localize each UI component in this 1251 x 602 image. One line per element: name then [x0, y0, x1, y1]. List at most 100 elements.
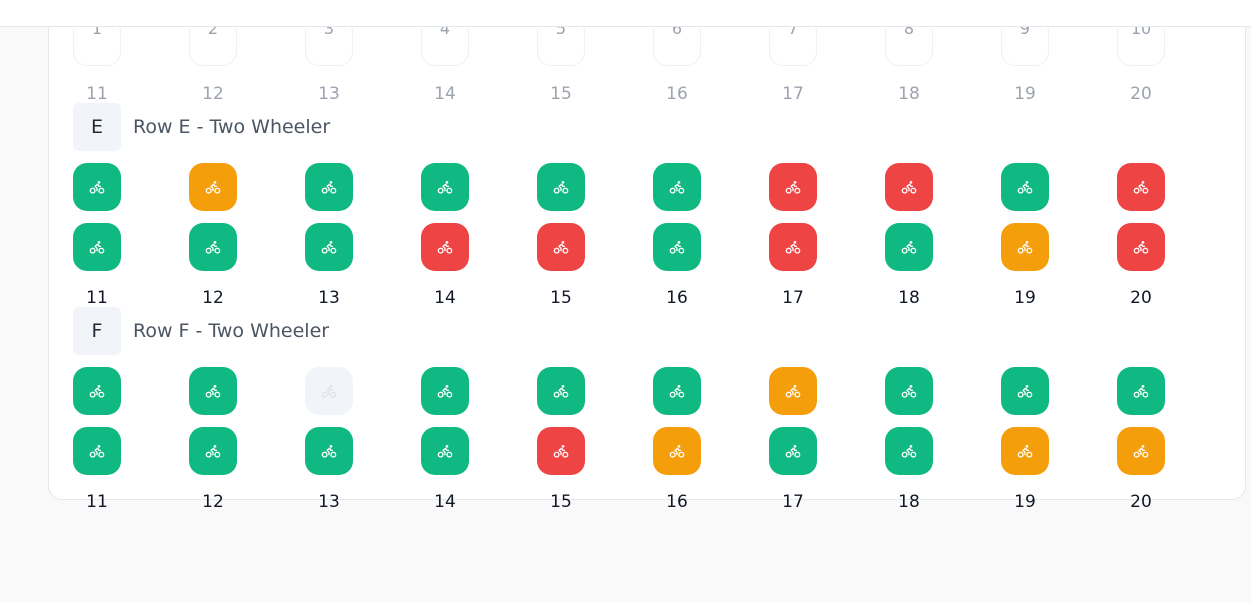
parking-slot-available[interactable]	[653, 367, 701, 415]
slot-number-label: 12	[202, 492, 224, 512]
parking-grid: 1 2 3 4 5 6 7 8 9 10 11 12 13 14 15 16 1…	[0, 0, 1251, 602]
parking-slot-available[interactable]	[73, 163, 121, 211]
slot-number-label: 11	[86, 492, 108, 512]
bike-icon	[901, 383, 917, 399]
parking-slot-available[interactable]	[189, 223, 237, 271]
bike-icon	[1017, 239, 1033, 255]
parking-slot-occupied[interactable]	[537, 427, 585, 475]
slot-number-label: 12	[202, 84, 224, 104]
parking-slot-reserved[interactable]	[769, 367, 817, 415]
bike-icon	[89, 383, 105, 399]
bike-icon	[89, 239, 105, 255]
slot-number-label: 19	[1014, 492, 1036, 512]
bike-icon	[437, 383, 453, 399]
bike-icon	[205, 383, 221, 399]
bike-icon	[321, 383, 337, 399]
bike-icon	[1133, 179, 1149, 195]
parking-slot-available[interactable]	[73, 223, 121, 271]
bike-icon	[321, 443, 337, 459]
parking-slot-available[interactable]	[305, 427, 353, 475]
bike-icon	[1133, 443, 1149, 459]
bike-icon	[1133, 239, 1149, 255]
parking-slot-available[interactable]	[305, 223, 353, 271]
slot-number-label: 17	[782, 492, 804, 512]
parking-slot-occupied[interactable]	[769, 223, 817, 271]
parking-slot-available[interactable]	[189, 427, 237, 475]
bike-icon	[321, 179, 337, 195]
parking-slot-available[interactable]	[537, 367, 585, 415]
bike-icon	[669, 443, 685, 459]
slot-number-label: 18	[898, 84, 920, 104]
parking-slot-reserved[interactable]	[189, 163, 237, 211]
parking-slot-available[interactable]	[421, 367, 469, 415]
parking-slot-available[interactable]	[1001, 163, 1049, 211]
bike-icon	[669, 383, 685, 399]
slot-number-label: 14	[434, 288, 456, 308]
bike-icon	[669, 239, 685, 255]
parking-slot-available[interactable]	[885, 427, 933, 475]
parking-slot-available[interactable]	[189, 367, 237, 415]
top-bar	[0, 0, 1251, 27]
parking-slot-available[interactable]	[885, 223, 933, 271]
bike-icon	[669, 179, 685, 195]
parking-slot-available[interactable]	[421, 427, 469, 475]
slot-number-label: 16	[666, 84, 688, 104]
bike-icon	[785, 239, 801, 255]
slot-number-label: 20	[1130, 84, 1152, 104]
bike-icon	[89, 443, 105, 459]
bike-icon	[205, 443, 221, 459]
parking-slot-available[interactable]	[73, 367, 121, 415]
bike-icon	[553, 443, 569, 459]
parking-slot-reserved[interactable]	[1117, 427, 1165, 475]
parking-slot-available[interactable]	[537, 163, 585, 211]
parking-slot-reserved[interactable]	[1001, 427, 1049, 475]
slot-number-label: 15	[550, 288, 572, 308]
bike-icon	[785, 443, 801, 459]
parking-slot-occupied[interactable]	[769, 163, 817, 211]
parking-slot-occupied[interactable]	[1117, 223, 1165, 271]
parking-slot-available[interactable]	[1117, 367, 1165, 415]
slot-number-label: 14	[434, 84, 456, 104]
slot-number-label: 13	[318, 84, 340, 104]
parking-slot-available[interactable]	[305, 163, 353, 211]
row-title: Row F - Two Wheeler	[133, 320, 330, 342]
row-letter-badge: E	[73, 103, 121, 151]
parking-slot-occupied[interactable]	[885, 163, 933, 211]
bike-icon	[205, 179, 221, 195]
parking-slot-available[interactable]	[653, 163, 701, 211]
bike-icon	[1133, 383, 1149, 399]
slot-number-label: 19	[1014, 288, 1036, 308]
row-e-header: E Row E - Two Wheeler	[73, 103, 330, 151]
bike-icon	[785, 179, 801, 195]
slot-number-label: 13	[318, 492, 340, 512]
parking-slot-reserved[interactable]	[653, 427, 701, 475]
bike-icon	[1017, 443, 1033, 459]
parking-slot-disabled	[305, 367, 353, 415]
parking-slot-occupied[interactable]	[1117, 163, 1165, 211]
parking-slot-available[interactable]	[1001, 367, 1049, 415]
slot-number-label: 16	[666, 288, 688, 308]
row-title: Row E - Two Wheeler	[133, 116, 331, 138]
parking-slot-available[interactable]	[769, 427, 817, 475]
parking-slot-available[interactable]	[885, 367, 933, 415]
parking-slot-available[interactable]	[73, 427, 121, 475]
bike-icon	[1017, 383, 1033, 399]
bike-icon	[437, 239, 453, 255]
bike-icon	[901, 443, 917, 459]
slot-number-label: 18	[898, 492, 920, 512]
parking-slot-available[interactable]	[421, 163, 469, 211]
parking-slot-occupied[interactable]	[537, 223, 585, 271]
slot-number-label: 13	[318, 288, 340, 308]
parking-slot-occupied[interactable]	[421, 223, 469, 271]
slot-number-label: 17	[782, 84, 804, 104]
slot-number-label: 17	[782, 288, 804, 308]
parking-slot-reserved[interactable]	[1001, 223, 1049, 271]
bike-icon	[437, 443, 453, 459]
slot-number-label: 20	[1130, 492, 1152, 512]
parking-slot-available[interactable]	[653, 223, 701, 271]
bike-icon	[553, 383, 569, 399]
bike-icon	[321, 239, 337, 255]
bike-icon	[785, 383, 801, 399]
slot-number-label: 15	[550, 492, 572, 512]
bike-icon	[437, 179, 453, 195]
